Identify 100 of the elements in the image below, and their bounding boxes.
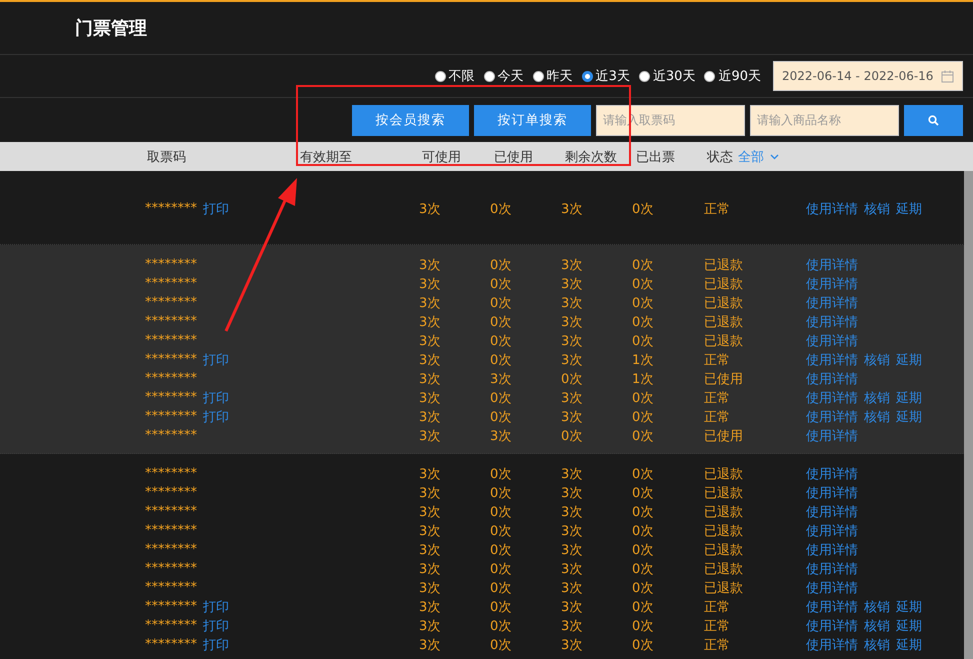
action-link[interactable]: 延期 <box>896 408 922 426</box>
search-icon <box>928 114 939 126</box>
action-link[interactable]: 使用详情 <box>806 426 858 444</box>
date-range-field[interactable]: 2022-06-14 - 2022-06-16 <box>773 61 963 91</box>
count-text: 0次 <box>632 408 654 426</box>
action-link[interactable]: 使用详情 <box>806 312 858 330</box>
action-link[interactable]: 使用详情 <box>806 636 858 654</box>
action-link[interactable]: 使用详情 <box>806 256 858 274</box>
count-text: 0次 <box>490 598 512 616</box>
count-text: 0次 <box>632 256 654 274</box>
action-link[interactable]: 使用详情 <box>806 274 858 292</box>
action-link[interactable]: 核销 <box>864 616 890 634</box>
count-text: 0次 <box>632 598 654 616</box>
count-text: 3次 <box>561 504 584 520</box>
action-link[interactable]: 使用详情 <box>806 408 858 426</box>
status-text: 正常 <box>704 636 731 654</box>
count-text: 0次 <box>632 504 654 520</box>
action-link[interactable]: 核销 <box>864 408 890 426</box>
status-text: 已退款 <box>704 276 744 292</box>
action-link[interactable]: 使用详情 <box>806 578 858 596</box>
count-text: 3次 <box>561 294 584 312</box>
count-text: 0次 <box>490 294 512 312</box>
action-link[interactable]: 核销 <box>864 200 890 218</box>
search-mode-button[interactable]: 按会员搜索 <box>352 104 469 136</box>
count-text: 3次 <box>561 580 584 596</box>
print-link[interactable]: 打印 <box>203 200 229 218</box>
count-text: 0次 <box>632 390 654 406</box>
action-link[interactable]: 使用详情 <box>806 616 858 634</box>
count-text: 0次 <box>490 256 512 274</box>
action-link[interactable]: 使用详情 <box>806 540 858 558</box>
date-range-radio[interactable]: 今天 <box>484 67 524 85</box>
action-link[interactable]: 延期 <box>896 616 922 634</box>
search-button[interactable] <box>904 104 963 136</box>
status-text: 正常 <box>704 598 731 616</box>
count-text: 3次 <box>561 276 584 292</box>
status-filter[interactable]: 全部 <box>738 148 779 166</box>
count-text: 0次 <box>490 314 512 330</box>
print-link[interactable]: 打印 <box>203 408 229 426</box>
count-text: 0次 <box>490 504 512 520</box>
date-range-radio[interactable]: 不限 <box>434 67 475 85</box>
count-text: 3次 <box>419 636 442 654</box>
count-text: 3次 <box>419 466 442 482</box>
count-text: 0次 <box>490 580 512 596</box>
action-link[interactable]: 使用详情 <box>806 522 858 540</box>
action-link[interactable]: 使用详情 <box>806 464 858 482</box>
status-text: 已退款 <box>704 522 744 540</box>
count-text: 3次 <box>561 352 584 368</box>
action-link[interactable]: 使用详情 <box>806 294 858 312</box>
count-text: 3次 <box>419 294 442 312</box>
print-link[interactable]: 打印 <box>203 598 229 616</box>
count-text: 3次 <box>561 636 584 654</box>
search-mode-button[interactable]: 按订单搜索 <box>474 104 591 136</box>
ticket-code: ******** <box>145 466 197 481</box>
action-link[interactable]: 使用详情 <box>806 484 858 502</box>
count-text: 3次 <box>561 314 584 330</box>
action-link[interactable]: 延期 <box>896 388 922 406</box>
action-link[interactable]: 使用详情 <box>806 388 858 406</box>
count-text: 3次 <box>561 408 584 426</box>
action-link[interactable]: 使用详情 <box>806 502 858 520</box>
print-link[interactable]: 打印 <box>203 616 229 634</box>
scrollbar[interactable] <box>964 171 973 659</box>
date-range-radio[interactable]: 近30天 <box>638 67 696 85</box>
action-link[interactable]: 延期 <box>896 636 922 654</box>
action-link[interactable]: 核销 <box>864 388 890 406</box>
count-text: 0次 <box>490 408 512 426</box>
date-range-radio[interactable]: 近90天 <box>704 67 761 85</box>
action-link[interactable]: 使用详情 <box>806 200 858 218</box>
count-text: 3次 <box>419 504 442 520</box>
count-text: 3次 <box>419 428 442 444</box>
action-link[interactable]: 使用详情 <box>806 332 858 350</box>
action-link[interactable]: 延期 <box>896 350 922 368</box>
print-link[interactable]: 打印 <box>203 350 229 368</box>
search-field[interactable]: 请输入商品名称 <box>750 104 899 136</box>
count-text: 3次 <box>561 560 584 578</box>
date-range-radio[interactable]: 昨天 <box>532 67 573 85</box>
count-text: 3次 <box>561 598 584 616</box>
action-link[interactable]: 使用详情 <box>806 350 858 368</box>
count-text: 3次 <box>419 352 442 368</box>
count-text: 0次 <box>490 542 512 558</box>
action-link[interactable]: 使用详情 <box>806 598 858 616</box>
calendar-icon[interactable] <box>941 70 954 82</box>
action-link[interactable]: 延期 <box>896 200 922 218</box>
print-link[interactable]: 打印 <box>203 636 229 654</box>
count-text: 0次 <box>632 332 654 350</box>
ticket-code: ******** <box>145 599 197 614</box>
count-text: 0次 <box>632 428 654 444</box>
action-link[interactable]: 核销 <box>864 350 890 368</box>
count-text: 0次 <box>632 200 654 218</box>
print-link[interactable]: 打印 <box>203 388 229 406</box>
action-link[interactable]: 使用详情 <box>806 560 858 578</box>
status-text: 已退款 <box>704 314 744 330</box>
count-text: 3次 <box>419 522 442 540</box>
action-link[interactable]: 核销 <box>864 636 890 654</box>
ticket-code: ******** <box>145 409 197 424</box>
status-text: 已退款 <box>704 256 744 274</box>
action-link[interactable]: 核销 <box>864 598 890 616</box>
date-range-radio[interactable]: 近3天 <box>582 67 630 85</box>
column-header: 状态 <box>707 148 733 166</box>
action-link[interactable]: 使用详情 <box>806 370 858 388</box>
action-link[interactable]: 延期 <box>896 598 922 616</box>
